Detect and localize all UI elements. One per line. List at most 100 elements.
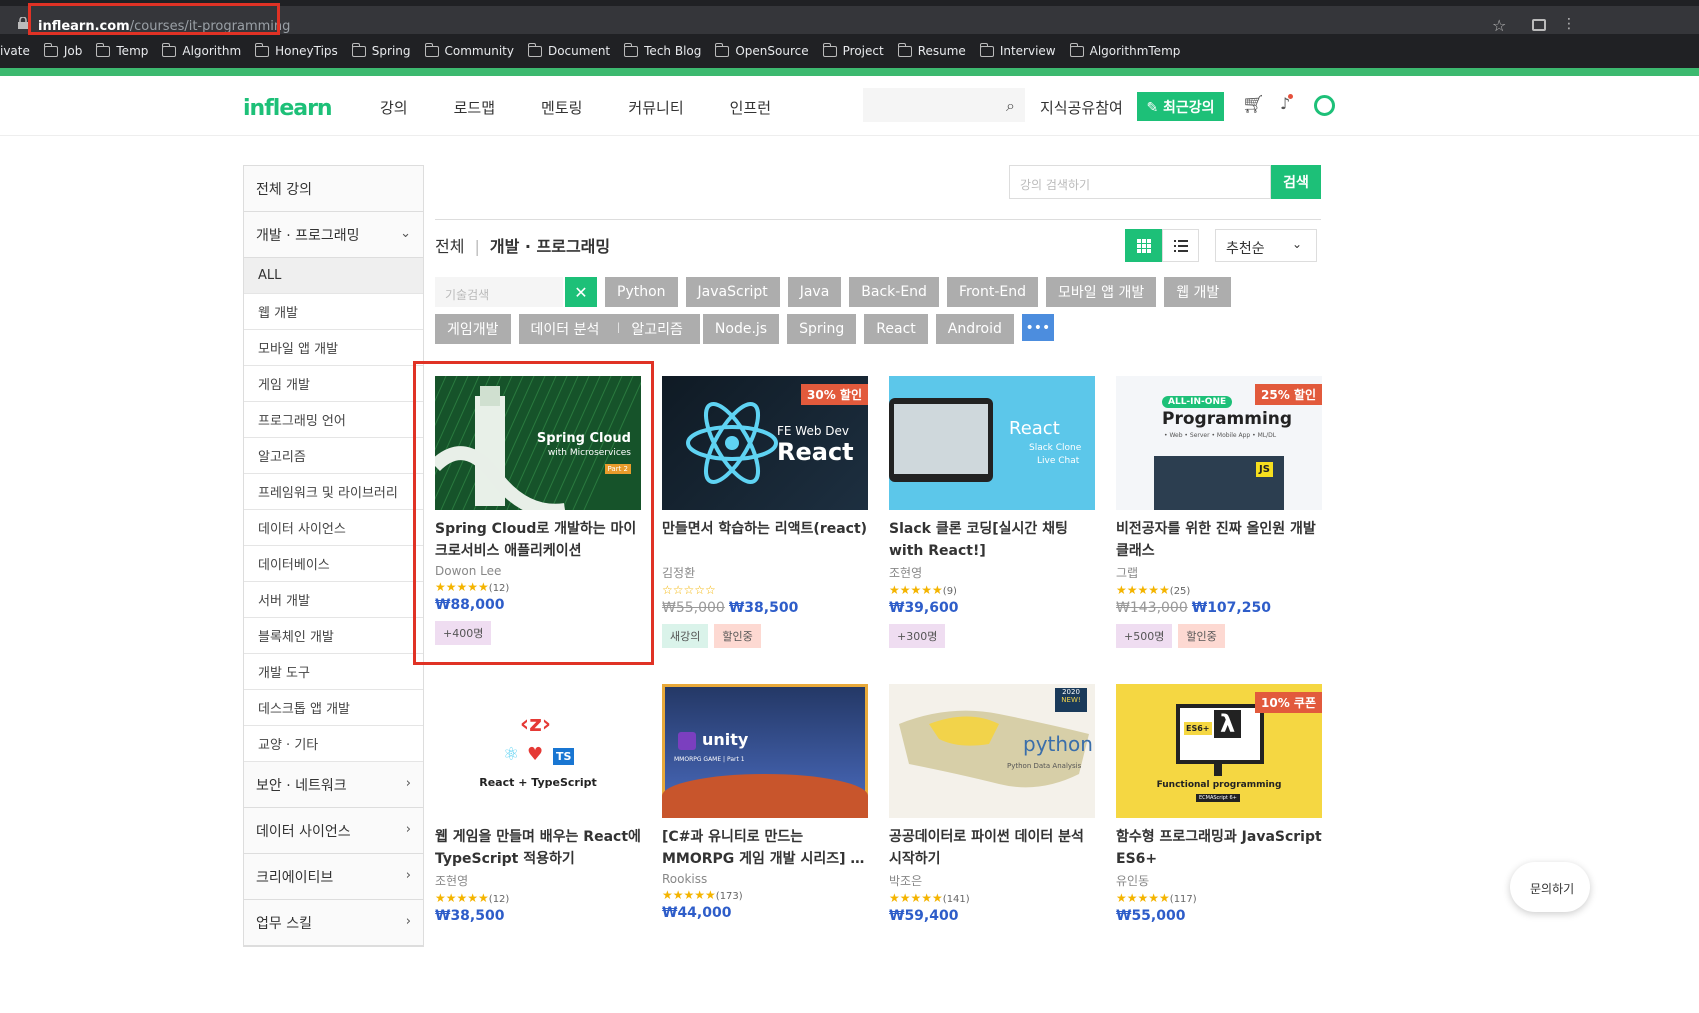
bookmark-item[interactable]: OpenSource [715, 42, 809, 58]
course-search-input[interactable]: 강의 검색하기 [1009, 165, 1271, 199]
course-thumbnail[interactable]: unity MMORPG GAME | Part 1 [662, 684, 868, 818]
sidebar-item[interactable]: 개발 도구 [244, 654, 423, 690]
profile-icon[interactable] [1314, 95, 1335, 116]
sidebar-section[interactable]: 데이터 사이언스 › [244, 808, 423, 854]
course-title[interactable]: 함수형 프로그래밍과 JavaScript ES6+ [1116, 826, 1322, 870]
skill-tag[interactable]: Spring [787, 314, 857, 344]
sidebar-item[interactable]: 데이터 사이언스 [244, 510, 423, 546]
course-card[interactable]: unity MMORPG GAME | Part 1 [C#과 유니티로 만드는 … [662, 684, 868, 921]
sidebar-item[interactable]: 웹 개발 [244, 294, 423, 330]
bookmark-star-icon[interactable]: ☆ [1492, 16, 1506, 35]
folder-icon [979, 42, 994, 57]
skill-tag[interactable]: Front-End [946, 277, 1039, 307]
skill-tag[interactable]: 웹 개발 [1164, 277, 1232, 307]
sidebar-all-lectures[interactable]: 전체 강의 [244, 166, 423, 212]
course-title[interactable]: 만들면서 학습하는 리액트(react) [662, 518, 868, 562]
rating-stars: ☆☆☆☆☆ [662, 583, 716, 597]
header-search-input[interactable]: ⌕ [863, 88, 1025, 122]
skill-tag[interactable]: 모바일 앱 개발 [1046, 277, 1157, 307]
nav-lecture[interactable]: 강의 [380, 97, 408, 118]
sidebar-item[interactable]: 모바일 앱 개발 [244, 330, 423, 366]
skill-tag[interactable]: 알고리즘 [619, 314, 695, 344]
sidebar-section[interactable]: 크리에이티브 › [244, 854, 423, 900]
bell-icon[interactable]: ♪︎ [1280, 94, 1294, 113]
list-view-button[interactable] [1162, 229, 1199, 262]
bookmark-item[interactable]: Document [527, 42, 610, 58]
nav-mentoring[interactable]: 멘토링 [541, 97, 582, 118]
search-icon[interactable]: ⌕ [1006, 96, 1015, 116]
skill-search-input[interactable]: 기술검색 [435, 277, 563, 307]
skill-tag[interactable]: Python [605, 277, 678, 307]
course-thumbnail[interactable]: 2020 NEW! python Python Data Analysis [889, 684, 1095, 818]
course-search-button[interactable]: 검색 [1271, 165, 1321, 199]
course-card[interactable]: ES6+ λ Functional programming ECMAScript… [1116, 684, 1322, 924]
menu-icon[interactable]: ⋮ [1562, 16, 1576, 32]
inflearn-logo[interactable]: inflearn [243, 96, 333, 121]
sidebar-section[interactable]: 업무 스킬 › [244, 900, 423, 946]
sidebar-item[interactable]: 프로그래밍 언어 [244, 402, 423, 438]
sidebar-section[interactable]: 보안 · 네트워크 › [244, 762, 423, 808]
bookmark-item[interactable]: ivate [0, 44, 30, 58]
course-card[interactable]: React Slack Clone Live Chat Slack 클론 코딩[실… [889, 376, 1095, 648]
course-card[interactable]: FE Web Dev React 30% 할인만들면서 학습하는 리액트(reac… [662, 376, 868, 648]
skill-tag[interactable]: Android [935, 314, 1014, 344]
sidebar-item[interactable]: 데이터베이스 [244, 546, 423, 582]
course-title[interactable]: [C#과 유니티로 만드는 MMORPG 게임 개발 시리즈] … [662, 826, 868, 870]
bookmark-item[interactable]: Interview [979, 42, 1056, 58]
course-price: ₩55,000 ₩38,500 [662, 600, 799, 616]
sidebar-item[interactable]: 블록체인 개발 [244, 618, 423, 654]
tab-icon[interactable] [1532, 19, 1546, 31]
bookmark-item[interactable]: Project [822, 42, 884, 58]
bookmark-item[interactable]: Tech Blog [624, 42, 701, 58]
course-card[interactable]: ALL-IN-ONE Programming • Web • Server • … [1116, 376, 1322, 648]
bookmark-item[interactable]: Spring [351, 42, 411, 58]
sidebar-item[interactable]: 알고리즘 [244, 438, 423, 474]
skill-tag[interactable]: 데이터 분석 [518, 314, 612, 344]
bookmark-item[interactable]: Temp [96, 42, 148, 58]
cart-icon[interactable]: 🛒︎ [1242, 94, 1265, 115]
course-card[interactable]: ‹z› ⚛︎ ♥ TS React + TypeScript 웹 게임을 만들며 … [435, 684, 641, 924]
skill-tag[interactable]: Java [787, 277, 842, 307]
sidebar-category-dev[interactable]: 개발 · 프로그래밍 ⌄ [244, 212, 423, 258]
course-thumbnail[interactable]: ES6+ λ Functional programming ECMAScript… [1116, 684, 1322, 818]
folder-icon [715, 42, 730, 57]
recent-lectures-button[interactable]: ✎ 최근강의 [1137, 92, 1224, 121]
skill-tag[interactable]: Back-End [849, 277, 939, 307]
sidebar-item[interactable]: 서버 개발 [244, 582, 423, 618]
skill-tag[interactable]: 게임개발 [435, 314, 511, 344]
bookmark-item[interactable]: AlgorithmTemp [1069, 42, 1180, 58]
nav-inflearn[interactable]: 인프런 [730, 97, 771, 118]
sidebar-item[interactable]: ALL [244, 258, 423, 294]
inquiry-chat-button[interactable]: 문의하기 [1510, 862, 1590, 912]
course-title[interactable]: 웹 게임을 만들며 배우는 React에 TypeScript 적용하기 [435, 826, 641, 870]
more-tags-button[interactable]: ••• [1021, 314, 1054, 341]
crumb-root[interactable]: 전체 [435, 237, 464, 256]
bookmark-item[interactable]: Resume [897, 42, 966, 58]
bookmark-item[interactable]: Job [43, 42, 82, 58]
grid-view-button[interactable] [1125, 229, 1162, 262]
sidebar-item[interactable]: 게임 개발 [244, 366, 423, 402]
course-card[interactable]: 2020 NEW! python Python Data Analysis 공공데이… [889, 684, 1095, 924]
lock-icon [18, 17, 28, 29]
bookmark-item[interactable]: HoneyTips [255, 42, 338, 58]
share-knowledge-link[interactable]: 지식공유참여 [1040, 97, 1123, 118]
course-thumbnail[interactable]: React Slack Clone Live Chat [889, 376, 1095, 510]
course-title[interactable]: 공공데이터로 파이썬 데이터 분석 시작하기 [889, 826, 1095, 870]
course-thumbnail[interactable]: ALL-IN-ONE Programming • Web • Server • … [1116, 376, 1322, 510]
sidebar-item[interactable]: 교양 · 기타 [244, 726, 423, 762]
bookmark-item[interactable]: Algorithm [162, 42, 241, 58]
bookmark-item[interactable]: Community [424, 42, 514, 58]
skill-tag[interactable]: Node.js [702, 314, 780, 344]
sidebar-item[interactable]: 데스크톱 앱 개발 [244, 690, 423, 726]
sort-select[interactable]: 추천순 ⌄ [1215, 229, 1317, 262]
course-thumbnail[interactable]: ‹z› ⚛︎ ♥ TS React + TypeScript [435, 684, 641, 818]
skill-tag[interactable]: JavaScript [685, 277, 780, 307]
skill-clear-button[interactable]: ✕ [565, 277, 597, 307]
skill-tag[interactable]: React [864, 314, 928, 344]
course-title[interactable]: 비전공자를 위한 진짜 올인원 개발 클래스 [1116, 518, 1322, 562]
course-title[interactable]: Slack 클론 코딩[실시간 채팅 with React!] [889, 518, 1095, 562]
nav-community[interactable]: 커뮤니티 [628, 97, 683, 118]
nav-roadmap[interactable]: 로드맵 [454, 97, 495, 118]
sidebar-item[interactable]: 프레임워크 및 라이브러리 [244, 474, 423, 510]
course-thumbnail[interactable]: FE Web Dev React 30% 할인 [662, 376, 868, 510]
